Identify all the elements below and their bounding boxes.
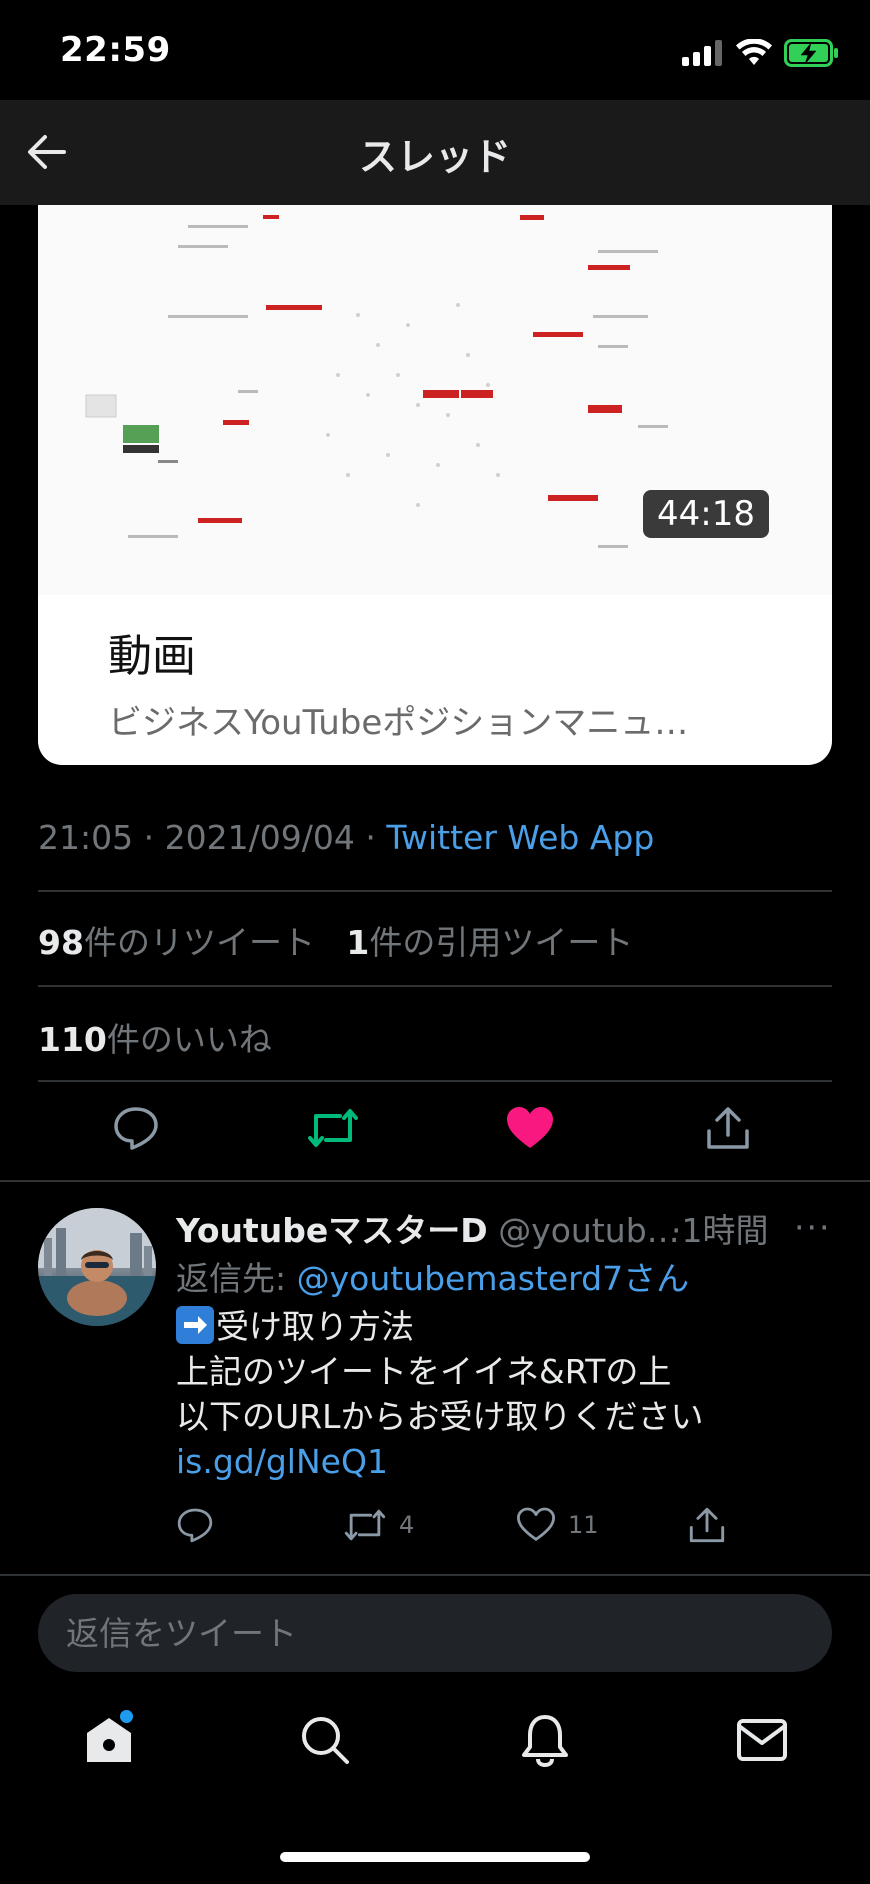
status-icons <box>682 36 840 70</box>
reply-like-button[interactable]: 11 <box>516 1500 599 1550</box>
right-arrow-emoji-icon <box>176 1306 214 1344</box>
meta-separator: · <box>365 818 376 857</box>
like-button[interactable] <box>502 1100 558 1156</box>
video-card[interactable]: 44:18 動画 ビジネスYouTubeポジションマニュ… <box>38 205 832 765</box>
quotes-stat[interactable]: 1件の引用ツイート <box>346 923 633 962</box>
tweet-time: 21:05 <box>38 818 134 857</box>
reply-line-1-text: 受け取り方法 <box>216 1307 414 1346</box>
heart-filled-icon <box>507 1107 553 1148</box>
share-button[interactable] <box>700 1100 756 1156</box>
reply-retweet-count: 4 <box>399 1511 415 1539</box>
reply-author-handle[interactable]: @youtub… <box>498 1211 679 1250</box>
reply-author-name[interactable]: YoutubeマスターD <box>176 1211 488 1250</box>
comment-icon <box>177 1508 213 1543</box>
retweets-label: 件のリツイート <box>83 923 315 962</box>
reply-compose-input[interactable] <box>66 1594 806 1672</box>
retweet-button[interactable] <box>305 1100 361 1156</box>
retweet-icon <box>308 1109 358 1147</box>
more-options-button[interactable]: ··· <box>794 1208 831 1247</box>
reply-compose-bar[interactable] <box>38 1594 832 1672</box>
divider <box>38 890 832 892</box>
reply-line-2: 上記のツイートをイイネ&RTの上 <box>176 1352 672 1391</box>
reply-action-bar: 4 11 <box>0 1500 870 1550</box>
share-icon <box>689 1507 725 1543</box>
tab-home[interactable] <box>79 1710 139 1770</box>
tab-notifications[interactable] <box>515 1710 575 1770</box>
reply-reply-button[interactable] <box>176 1500 214 1550</box>
divider <box>38 985 832 987</box>
reply-line-1: 受け取り方法 <box>176 1304 703 1349</box>
search-icon <box>302 1717 349 1764</box>
reply-retweet-button[interactable]: 4 <box>343 1500 414 1550</box>
meta-separator: · <box>143 818 155 857</box>
card-description: ビジネスYouTubeポジションマニュ… <box>108 703 689 743</box>
tab-messages[interactable] <box>732 1710 792 1770</box>
tweet-source-link[interactable]: Twitter Web App <box>386 818 654 857</box>
reply-body: 受け取り方法 上記のツイートをイイネ&RTの上 以下のURLからお受け取りくださ… <box>176 1304 703 1484</box>
notification-dot <box>120 1710 133 1723</box>
tweet-action-bar <box>0 1100 870 1160</box>
home-indicator <box>280 1852 590 1862</box>
heart-outline-icon <box>517 1507 555 1541</box>
share-icon <box>707 1107 749 1149</box>
user-avatar-image <box>38 1208 156 1326</box>
reply-like-count: 11 <box>568 1511 599 1539</box>
mail-icon <box>737 1719 787 1761</box>
status-bar: 22:59 <box>0 0 870 100</box>
status-time: 22:59 <box>60 30 171 70</box>
reply-to-handle-link[interactable]: @youtubemasterd7さん <box>297 1259 689 1298</box>
divider <box>0 1574 870 1576</box>
divider <box>38 1080 832 1082</box>
reply-header: YoutubeマスターD @youtub… ·1時間 ··· <box>176 1204 836 1252</box>
comment-icon <box>114 1107 158 1150</box>
retweets-count: 98 <box>38 923 84 962</box>
reply-to-line: 返信先: @youtubemasterd7さん <box>176 1252 689 1300</box>
likes-label: 件のいいね <box>106 1020 272 1059</box>
retweets-stat[interactable]: 98件のリツイート <box>38 923 315 962</box>
page-title: スレッド <box>358 135 511 179</box>
retweet-icon <box>344 1509 386 1541</box>
likes-count: 110 <box>38 1020 107 1059</box>
likes-stats-row[interactable]: 110件のいいね <box>38 1013 272 1061</box>
reply-url-link[interactable]: is.gd/glNeQ1 <box>176 1439 703 1484</box>
reply-button[interactable] <box>108 1100 164 1156</box>
signal-icon <box>682 40 722 66</box>
reply-line-3: 以下のURLからお受け取りください <box>176 1397 704 1436</box>
retweet-stats-row: 98件のリツイート 1件の引用ツイート <box>38 916 633 964</box>
nav-header: スレッド <box>0 100 870 205</box>
wifi-icon <box>736 39 772 65</box>
avatar[interactable] <box>38 1208 156 1326</box>
tweet-date: 2021/09/04 <box>164 818 355 857</box>
quotes-label: 件の引用ツイート <box>369 923 634 962</box>
card-title: 動画 <box>108 631 196 682</box>
video-thumbnail[interactable]: 44:18 <box>38 205 832 595</box>
battery-charging-icon <box>784 39 838 67</box>
bell-icon <box>522 1715 568 1767</box>
tweet-meta: 21:05 · 2021/09/04 · Twitter Web App <box>38 818 654 857</box>
video-duration-badge: 44:18 <box>643 490 769 538</box>
quotes-count: 1 <box>346 923 370 962</box>
bottom-tab-bar <box>0 1710 870 1790</box>
reply-share-button[interactable] <box>688 1500 726 1550</box>
tab-search[interactable] <box>295 1710 355 1770</box>
reply-to-label: 返信先: <box>176 1259 297 1298</box>
reply-time: ·1時間 <box>671 1211 769 1250</box>
